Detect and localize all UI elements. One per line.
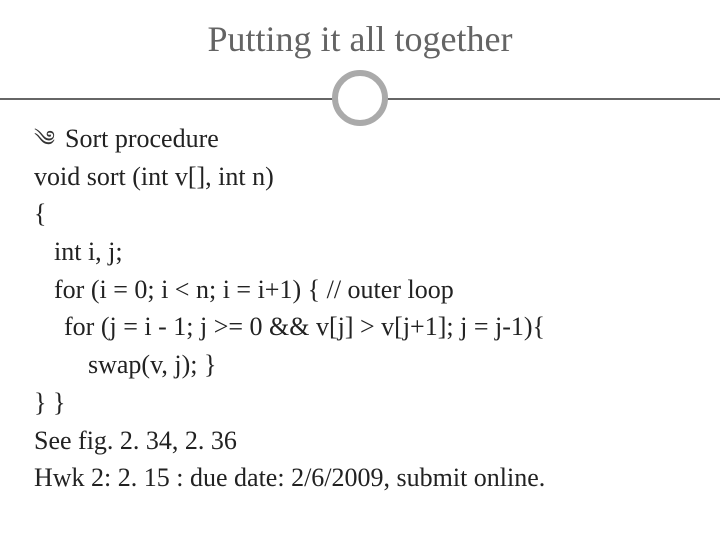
code-line: { [34,195,686,233]
code-line: for (i = 0; i < n; i = i+1) { // outer l… [34,271,686,309]
ring-icon [332,70,388,126]
code-line: for (j = i - 1; j >= 0 && v[j] > v[j+1];… [34,308,686,346]
reference-line: See fig. 2. 34, 2. 36 [34,422,686,460]
title-area: Putting it all together [0,0,720,60]
bullet-text: Sort procedure [65,120,219,158]
code-line: swap(v, j); } [34,346,686,384]
code-line: void sort (int v[], int n) [34,158,686,196]
code-line: } } [34,384,686,422]
slide-title: Putting it all together [0,18,720,60]
homework-line: Hwk 2: 2. 15 : due date: 2/6/2009, submi… [34,459,686,497]
code-line: int i, j; [34,233,686,271]
curly-bullet-icon: ༄ [34,123,55,155]
slide: Putting it all together ༄ Sort procedure… [0,0,720,540]
